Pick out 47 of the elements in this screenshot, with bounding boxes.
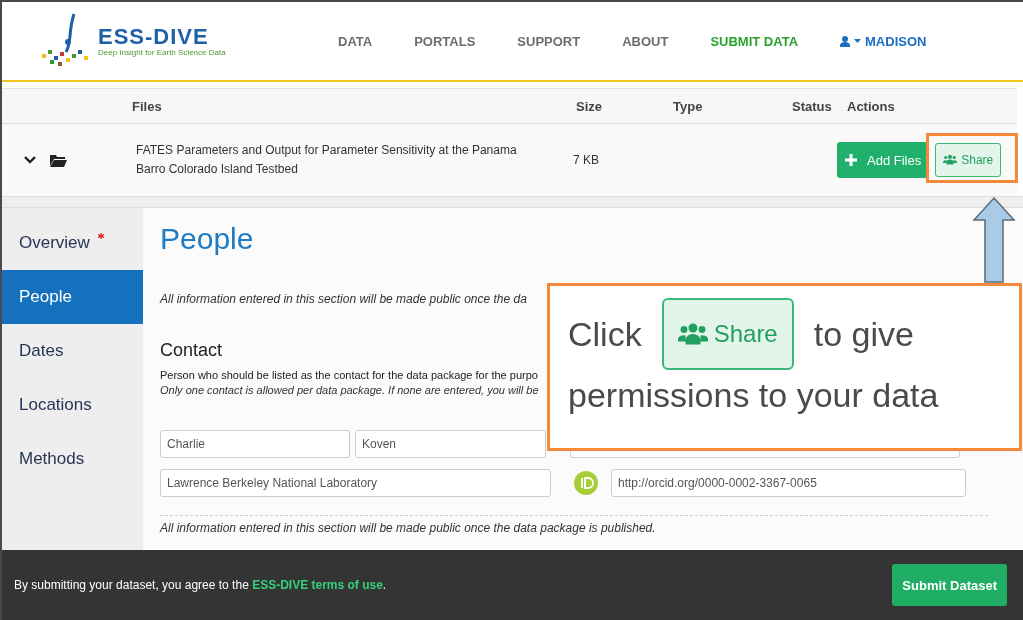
people-icon <box>677 322 708 346</box>
file-name: FATES Parameters and Output for Parameter Sensitivity at the Panama Barro Colorado Island Testbed <box>135 142 518 178</box>
section-title: People <box>160 222 255 256</box>
orcid-field[interactable]: http://orcid.org/0000-0002-3367-0065 <box>611 469 966 497</box>
people-icon <box>943 154 958 166</box>
column-header: Type <box>672 98 704 114</box>
sidebar-item[interactable]: People <box>2 270 143 324</box>
sidebar-item[interactable]: Overview <box>2 216 143 270</box>
required-icon <box>97 233 104 239</box>
callout-text: Click <box>568 314 642 354</box>
share-button[interactable]: Share <box>935 143 1002 177</box>
terms-link[interactable]: ESS-DIVE terms of use <box>252 578 383 592</box>
terms-text: By submitting your dataset, you agree to the ESS-DIVE terms of use. <box>14 578 387 592</box>
user-menu[interactable]: MADISON <box>840 33 927 49</box>
sidebar-item[interactable]: Methods <box>2 432 143 486</box>
plus-icon <box>845 154 857 166</box>
nav-link[interactable]: PORTALS <box>414 33 476 49</box>
nav-link[interactable]: DATA <box>338 33 373 49</box>
nav-link[interactable]: ABOUT <box>622 33 669 49</box>
logo-tagline: Deep Insight for Earth Science Data <box>98 47 226 57</box>
chevron-down-icon[interactable] <box>24 155 36 165</box>
last-name-field[interactable]: Koven <box>355 430 546 458</box>
column-header: Status <box>791 98 833 114</box>
nav-link[interactable]: SUPPORT <box>517 33 581 49</box>
contact-heading: Contact <box>160 340 224 361</box>
logo-title: ESS-DIVE <box>98 25 210 48</box>
folder-icon <box>50 153 67 167</box>
callout-text: to give <box>813 314 914 354</box>
column-header: Files <box>131 98 163 114</box>
callout-text: permissions to your data <box>568 376 940 415</box>
column-header: Size <box>575 98 603 114</box>
orcid-icon <box>574 471 598 495</box>
submit-dataset-button[interactable]: Submit Dataset <box>892 564 1007 606</box>
notice-text: All information entered in this section will be made public once the da <box>160 292 528 306</box>
file-size: 7 KB <box>572 151 600 169</box>
share-button-image: Share <box>661 298 794 370</box>
organization-field[interactable]: Lawrence Berkeley National Laboratory <box>160 469 551 497</box>
caret-icon <box>854 39 862 43</box>
nav-link[interactable]: SUBMIT DATA <box>710 33 799 49</box>
up-arrow-icon <box>972 196 1016 284</box>
notice-text: All information entered in this section will be made public once the data package is published. <box>160 521 657 535</box>
sidebar-item[interactable]: Dates <box>2 324 143 378</box>
column-header: Actions <box>846 98 896 114</box>
user-icon <box>840 35 851 47</box>
sidebar-item[interactable]: Locations <box>2 378 143 432</box>
first-name-field[interactable]: Charlie <box>160 430 350 458</box>
contact-description: Person who should be listed as the contact for the data package for the purpo <box>160 369 539 381</box>
